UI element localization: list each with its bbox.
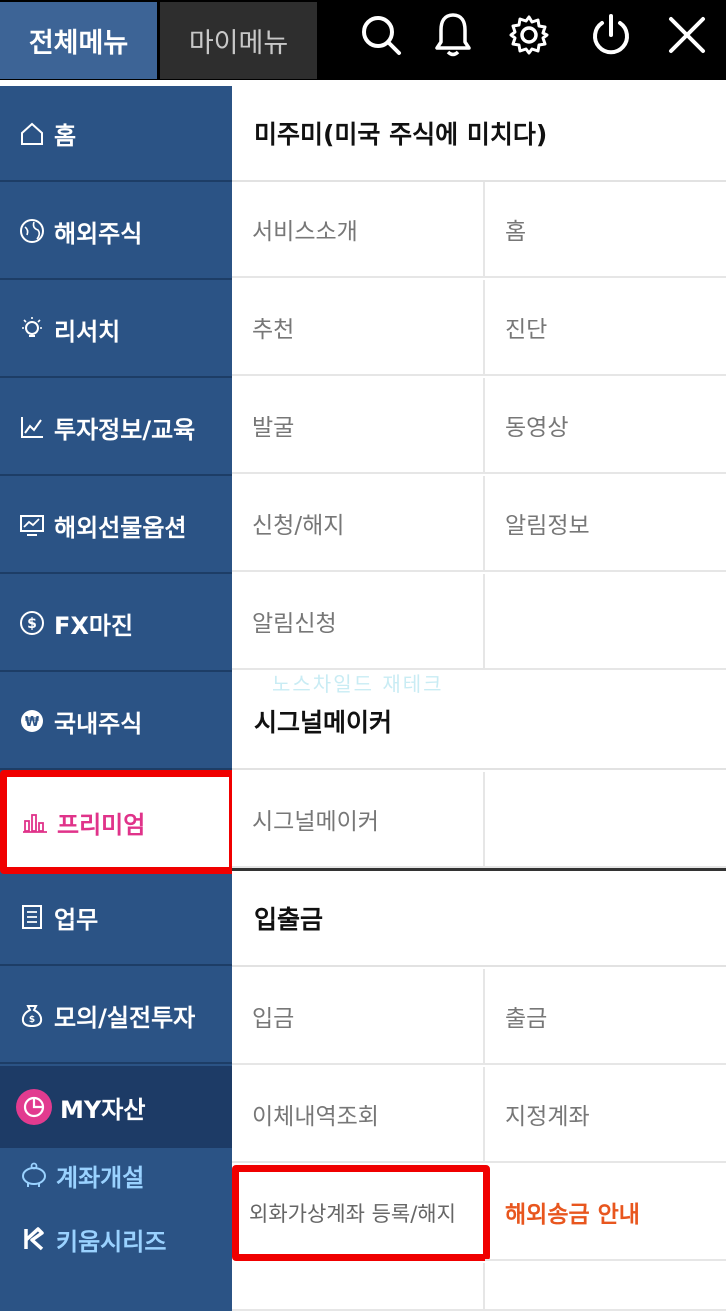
search-icon[interactable] xyxy=(356,8,406,62)
sidebar-item-futures[interactable]: 해외선물옵션 xyxy=(0,478,232,574)
tab-all-menu[interactable]: 전체메뉴 xyxy=(0,2,157,79)
sidebar-link-open-account[interactable]: 계좌개설 xyxy=(0,1150,232,1200)
sidebar-link-label: 계좌개설 xyxy=(56,1163,145,1192)
sidebar-item-label: FX마진 xyxy=(54,611,134,640)
menu-item-alert-apply[interactable]: 알림신청 xyxy=(232,574,485,670)
line-chart-icon xyxy=(18,413,46,441)
power-icon[interactable] xyxy=(586,8,636,62)
sidebar-my-asset[interactable]: MY자산 xyxy=(0,1066,232,1148)
sidebar: 홈 해외주식 리서치 투자정보/교육 해외선물옵션 $ FX마진 ₩ 국내주식 … xyxy=(0,86,236,1311)
lightbulb-icon xyxy=(18,315,46,343)
sidebar-item-invest-info[interactable]: 투자정보/교육 xyxy=(0,380,232,476)
bar-chart-icon xyxy=(21,808,49,836)
dollar-icon: $ xyxy=(18,609,46,637)
tab-my-menu[interactable]: 마이메뉴 xyxy=(160,2,317,79)
menu-item-overseas-remittance[interactable]: 해외송금 안내 xyxy=(485,1165,726,1261)
sidebar-item-fx[interactable]: $ FX마진 xyxy=(0,576,232,672)
menu-item-designated-account[interactable]: 지정계좌 xyxy=(485,1067,726,1163)
kiwoom-logo-icon xyxy=(20,1225,48,1253)
menu-item-deposit[interactable]: 입금 xyxy=(232,969,485,1065)
gear-icon[interactable] xyxy=(504,8,554,62)
sidebar-item-home[interactable]: 홈 xyxy=(0,86,232,182)
sidebar-item-label: 투자정보/교육 xyxy=(54,415,196,444)
menu-item-service-intro[interactable]: 서비스소개 xyxy=(232,182,485,278)
section-title-signal-maker: 시그널메이커 xyxy=(232,674,726,770)
sidebar-item-premium[interactable]: 프리미엄 xyxy=(0,770,236,874)
sidebar-item-overseas-stock[interactable]: 해외주식 xyxy=(0,184,232,280)
menu-item-diagnose[interactable]: 진단 xyxy=(485,280,726,376)
close-icon[interactable] xyxy=(662,8,712,62)
sidebar-item-label: 프리미엄 xyxy=(57,810,146,839)
sidebar-item-research[interactable]: 리서치 xyxy=(0,282,232,378)
bell-icon[interactable] xyxy=(428,8,478,62)
menu-item-empty xyxy=(232,1263,485,1311)
sidebar-item-label: 홈 xyxy=(54,121,77,150)
menu-item-home[interactable]: 홈 xyxy=(485,182,726,278)
menu-item-empty xyxy=(485,1263,726,1311)
menu-item-signal-maker[interactable]: 시그널메이커 xyxy=(232,772,485,868)
menu-item-transfer-history[interactable]: 이체내역조회 xyxy=(232,1067,485,1163)
menu-item-fx-virtual-account[interactable]: 외화가상계좌 등록/해지 xyxy=(232,1165,490,1261)
section-title-mijumi: 미주미(미국 주식에 미치다) xyxy=(232,86,726,182)
menu-item-empty xyxy=(485,574,726,670)
won-icon: ₩ xyxy=(18,707,46,735)
sidebar-item-label: 모의/실전투자 xyxy=(54,1003,196,1032)
pie-chart-icon xyxy=(16,1089,52,1125)
svg-text:$: $ xyxy=(27,616,37,632)
sidebar-item-mock-invest[interactable]: $ 모의/실전투자 xyxy=(0,968,232,1064)
menu-item-discover[interactable]: 발굴 xyxy=(232,378,485,474)
sidebar-item-label: 리서치 xyxy=(54,317,121,346)
menu-item-empty xyxy=(485,772,726,868)
menu-item-withdraw[interactable]: 출금 xyxy=(485,969,726,1065)
sidebar-item-label: 업무 xyxy=(54,905,99,934)
piggy-bank-icon xyxy=(20,1161,48,1189)
home-icon xyxy=(18,119,46,147)
menu-item-video[interactable]: 동영상 xyxy=(485,378,726,474)
section-title-deposit-withdraw: 입출금 xyxy=(232,871,726,967)
svg-text:₩: ₩ xyxy=(25,715,40,730)
sidebar-link-label: 키움시리즈 xyxy=(56,1227,167,1256)
money-bag-icon: $ xyxy=(18,1001,46,1029)
sidebar-item-business[interactable]: 업무 xyxy=(0,870,232,966)
menu-item-subscribe-cancel[interactable]: 신청/해지 xyxy=(232,476,485,572)
globe-icon xyxy=(18,217,46,245)
my-asset-label: MY자산 xyxy=(60,1095,146,1124)
menu-item-alert-info[interactable]: 알림정보 xyxy=(485,476,726,572)
menu-item-recommend[interactable]: 추천 xyxy=(232,280,485,376)
sidebar-item-label: 해외주식 xyxy=(54,219,143,248)
sidebar-item-label: 해외선물옵션 xyxy=(54,513,187,542)
top-bar: 전체메뉴 마이메뉴 xyxy=(0,0,726,80)
sidebar-item-label: 국내주식 xyxy=(54,709,143,738)
checklist-icon xyxy=(18,903,46,931)
sidebar-link-kiwoom-series[interactable]: 키움시리즈 xyxy=(0,1214,232,1264)
monitor-chart-icon xyxy=(18,511,46,539)
sidebar-item-domestic-stock[interactable]: ₩ 국내주식 xyxy=(0,674,232,770)
menu-content: 미주미(미국 주식에 미치다) 서비스소개 홈 추천 진단 발굴 동영상 신청/… xyxy=(232,86,726,1311)
svg-text:$: $ xyxy=(29,1015,35,1025)
